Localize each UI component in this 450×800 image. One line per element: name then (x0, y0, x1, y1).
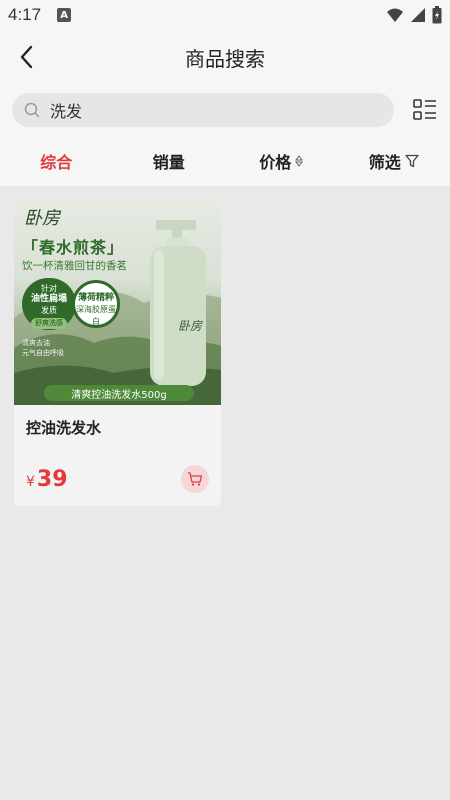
sort-tab-filter[interactable]: 筛选 (338, 149, 450, 173)
price-currency: ¥ (26, 473, 35, 490)
page-title: 商品搜索 (185, 46, 265, 71)
back-button[interactable] (12, 42, 42, 72)
wifi-icon (387, 8, 403, 22)
sort-tab-comprehensive[interactable]: 综合 (0, 149, 113, 173)
filter-icon (405, 154, 419, 168)
signal-icon (411, 8, 425, 22)
svg-text:卧房: 卧房 (178, 319, 203, 333)
status-bar: 4:17 A (0, 0, 450, 30)
list-layout-icon (413, 99, 436, 120)
sort-tab-label: 筛选 (368, 153, 401, 172)
sort-tab-label: 价格 (259, 153, 292, 172)
header: 商品搜索 (0, 30, 450, 84)
mint-essence-badge: 薄荷精粹 深海胶原蛋白 (72, 280, 120, 328)
add-to-cart-button[interactable] (181, 465, 209, 493)
oil-control-badge: 针对 油性扁塌 发质 舒爽洗感 (22, 278, 76, 330)
layout-toggle-button[interactable] (412, 97, 438, 123)
sort-tab-label: 综合 (40, 153, 73, 172)
sort-updown-icon (295, 155, 304, 167)
product-price: ¥ 39 (26, 467, 68, 492)
product-info: 控油洗发水 (14, 405, 221, 438)
chevron-left-icon (20, 45, 33, 69)
status-icons (386, 6, 442, 24)
cart-icon (188, 472, 203, 486)
sort-tab-label: 销量 (152, 153, 185, 172)
sort-tab-price[interactable]: 价格 (225, 149, 338, 173)
search-row: 洗发 (0, 84, 450, 136)
product-image: 卧房 「春水煎茶」 饮一杯清雅回甘的香茗 针对 油性扁塌 发质 舒爽洗感 薄荷精… (14, 198, 221, 405)
sort-tab-sales[interactable]: 销量 (113, 149, 226, 173)
price-row: ¥ 39 (26, 464, 209, 494)
product-tagline: 清爽去油 元气自由呼吸 (22, 339, 64, 357)
notification-icon: A (57, 8, 72, 22)
brand-logo: 卧房 (24, 208, 60, 229)
product-name: 控油洗发水 (26, 419, 102, 437)
battery-icon (432, 6, 442, 24)
product-banner: 清爽控油洗发水500g (44, 385, 194, 401)
shampoo-bottle-image: 卧房 (150, 220, 206, 386)
search-input[interactable]: 洗发 (12, 93, 394, 127)
product-headline: 「春水煎茶」 (22, 238, 125, 257)
product-subline: 饮一杯清雅回甘的香茗 (22, 260, 127, 272)
price-amount: 39 (36, 466, 68, 492)
product-card[interactable]: 卧房 「春水煎茶」 饮一杯清雅回甘的香茗 针对 油性扁塌 发质 舒爽洗感 薄荷精… (14, 198, 221, 506)
status-time: 4:17 (8, 5, 42, 24)
search-query: 洗发 (50, 102, 83, 121)
sort-bar: 综合 销量 价格 筛选 (0, 136, 450, 186)
search-icon (24, 102, 40, 118)
